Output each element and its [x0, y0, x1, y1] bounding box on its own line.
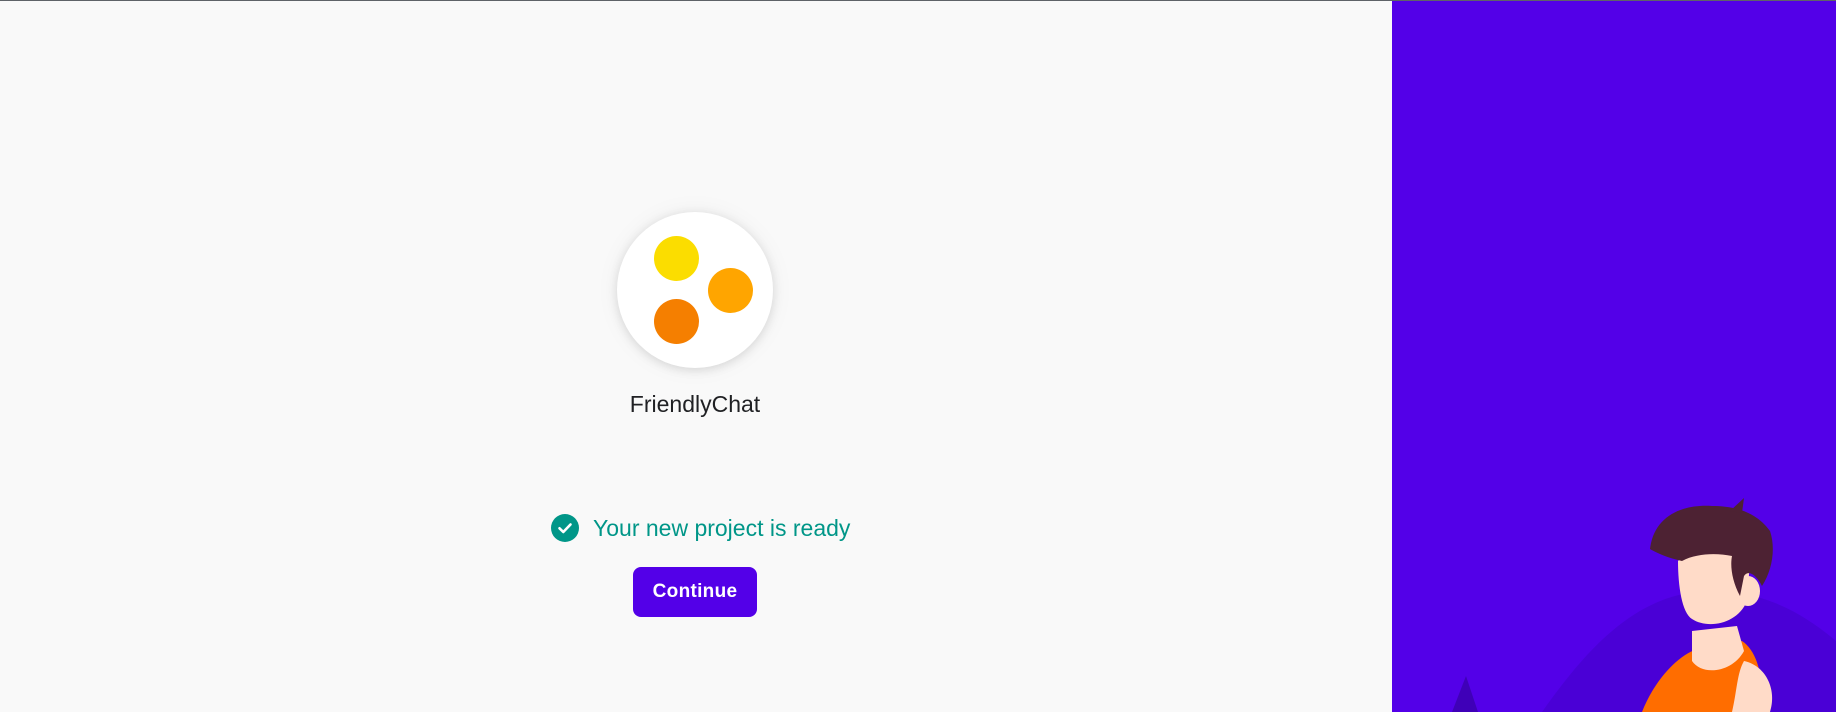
person-illustration	[1452, 498, 1836, 712]
check-circle-icon	[551, 514, 579, 542]
illustration-panel	[1392, 1, 1836, 712]
project-name: FriendlyChat	[629, 391, 761, 417]
amber-dot-icon	[708, 268, 753, 313]
orange-dot-icon	[654, 299, 699, 344]
continue-button[interactable]: Continue	[633, 567, 757, 617]
project-logo	[617, 212, 773, 368]
status-text: Your new project is ready	[593, 514, 851, 541]
status-message: Your new project is ready	[551, 513, 850, 543]
yellow-dot-icon	[654, 236, 699, 281]
main-panel: FriendlyChat Your new project is ready C…	[0, 1, 1392, 712]
project-ready-page: FriendlyChat Your new project is ready C…	[0, 0, 1836, 712]
